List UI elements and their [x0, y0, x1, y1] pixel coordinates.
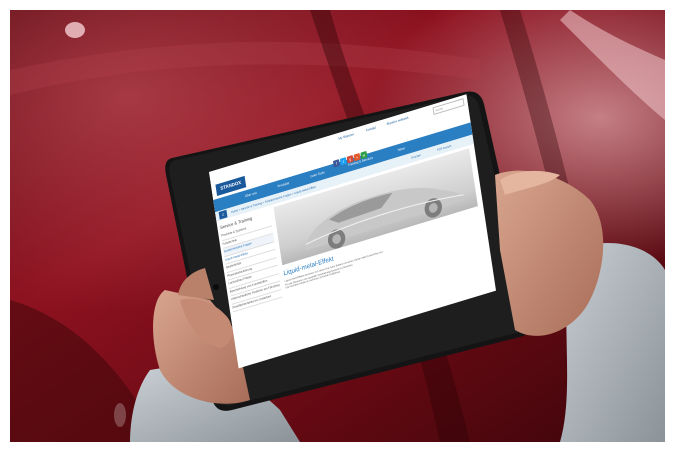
- photo-scene: My Standox Kontakt Standox weltweit Such…: [0, 0, 675, 452]
- hand-overlay: [180, 298, 233, 348]
